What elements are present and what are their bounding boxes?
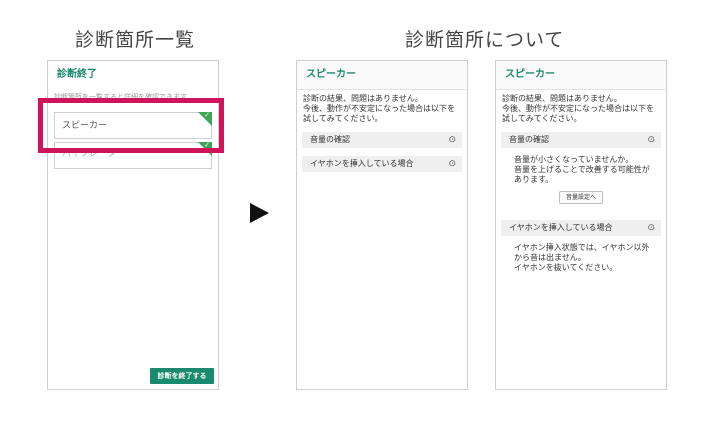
accordion-label: イヤホンを挿入している場合 bbox=[509, 223, 613, 232]
accordion-label: 音量の確認 bbox=[509, 135, 549, 144]
accordion-earphone[interactable]: イヤホンを挿入している場合 ⊙ bbox=[302, 156, 462, 172]
accordion-label: イヤホンを挿入している場合 bbox=[310, 159, 414, 168]
phone-screen-speaker-collapsed: スピーカー 診断の結果、問題はありません。 今後、動作が不安定になった場合は以下… bbox=[296, 60, 468, 390]
play-arrow-icon bbox=[250, 203, 269, 223]
highlight-frame bbox=[38, 98, 224, 153]
screen-title: 診断終了 bbox=[48, 61, 218, 89]
collapse-icon: ⊙ bbox=[647, 135, 655, 145]
screen-title: スピーカー bbox=[297, 61, 467, 90]
diagnosis-result-text: 診断の結果、問題はありません。 今後、動作が不安定になった場合は以下を試してみて… bbox=[502, 94, 654, 123]
volume-settings-button[interactable]: 音量設定へ bbox=[559, 191, 603, 204]
expand-icon: ⊙ bbox=[448, 135, 456, 145]
accordion-label: 音量の確認 bbox=[310, 135, 350, 144]
accordion-volume-check[interactable]: 音量の確認 ⊙ bbox=[501, 132, 661, 148]
accordion-earphone[interactable]: イヤホンを挿入している場合 ⊙ bbox=[501, 220, 661, 236]
accordion-body-earphone: イヤホン挿入状態では、イヤホン以外から音は出ません。 イヤホンを抜いてください。 bbox=[514, 243, 650, 272]
phone-screen-speaker-expanded: スピーカー 診断の結果、問題はありません。 今後、動作が不安定になった場合は以下… bbox=[495, 60, 667, 390]
accordion-volume-check[interactable]: 音量の確認 ⊙ bbox=[302, 132, 462, 148]
expand-icon: ⊙ bbox=[448, 159, 456, 169]
heading-diagnosis-list: 診断箇所一覧 bbox=[75, 29, 196, 51]
heading-diagnosis-about: 診断箇所について bbox=[405, 29, 565, 51]
collapse-icon: ⊙ bbox=[647, 223, 655, 233]
end-diagnosis-button[interactable]: 診断を終了する bbox=[150, 368, 214, 384]
diagnosis-result-text: 診断の結果、問題はありません。 今後、動作が不安定になった場合は以下を試してみて… bbox=[303, 94, 455, 123]
accordion-body-volume: 音量が小さくなっていませんか。 音量を上げることで改善する可能性があります。 bbox=[514, 155, 650, 184]
screen-title: スピーカー bbox=[496, 61, 666, 90]
